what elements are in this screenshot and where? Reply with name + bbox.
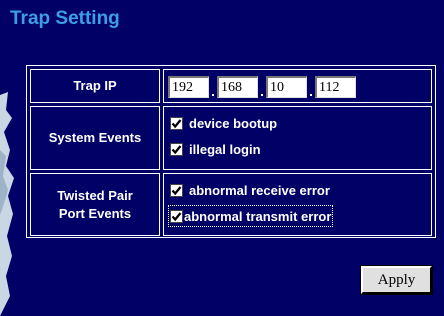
illegal-login-checkbox[interactable] — [170, 142, 183, 156]
trap-settings-table: Trap IP 192 168 10 112 System Events dev… — [26, 65, 436, 238]
ip-dot-separator — [212, 94, 214, 96]
page-title: Trap Setting — [10, 8, 120, 29]
device-bootup-option[interactable]: device bootup — [170, 114, 277, 132]
abnormal-receive-label: abnormal receive error — [189, 182, 330, 198]
system-events-label: System Events — [30, 106, 160, 170]
system-events-row: System Events device bootup illegal logi… — [30, 106, 432, 170]
port-events-label-line1: Twisted Pair — [57, 187, 133, 203]
ip-dot-separator — [310, 94, 312, 96]
abnormal-receive-checkbox[interactable] — [170, 183, 183, 197]
trap-ip-row: Trap IP 192 168 10 112 — [30, 69, 432, 103]
ip-octet-2-input[interactable]: 168 — [217, 76, 258, 98]
device-bootup-checkbox[interactable] — [170, 116, 183, 130]
ip-octet-3-input[interactable]: 10 — [266, 76, 307, 98]
ip-octet-1-input[interactable]: 192 — [168, 76, 209, 98]
background-edge-decoration — [0, 92, 14, 316]
check-icon — [171, 211, 182, 221]
ip-octet-4-input[interactable]: 112 — [315, 76, 356, 98]
abnormal-transmit-option[interactable]: abnormal transmit error — [167, 205, 334, 227]
check-icon — [171, 118, 182, 128]
illegal-login-label: illegal login — [189, 141, 261, 157]
abnormal-transmit-label: abnormal transmit error — [184, 208, 332, 224]
illegal-login-option[interactable]: illegal login — [170, 140, 261, 158]
check-icon — [171, 185, 182, 195]
trap-ip-cell: 192 168 10 112 — [163, 69, 432, 103]
ip-dot-separator — [261, 94, 263, 96]
apply-button[interactable]: Apply — [360, 265, 433, 295]
abnormal-transmit-checkbox[interactable] — [170, 209, 183, 223]
port-events-label-line2: Port Events — [58, 205, 132, 221]
port-events-row: Twisted Pair Port Events abnormal receiv… — [30, 173, 432, 236]
device-bootup-label: device bootup — [189, 115, 278, 131]
abnormal-receive-option[interactable]: abnormal receive error — [170, 181, 330, 199]
system-events-cell: device bootup illegal login — [163, 106, 432, 170]
check-icon — [171, 144, 182, 154]
trap-ip-label: Trap IP — [30, 69, 160, 103]
port-events-label: Twisted Pair Port Events — [30, 173, 160, 236]
port-events-cell: abnormal receive error abnormal transmit… — [163, 173, 432, 236]
